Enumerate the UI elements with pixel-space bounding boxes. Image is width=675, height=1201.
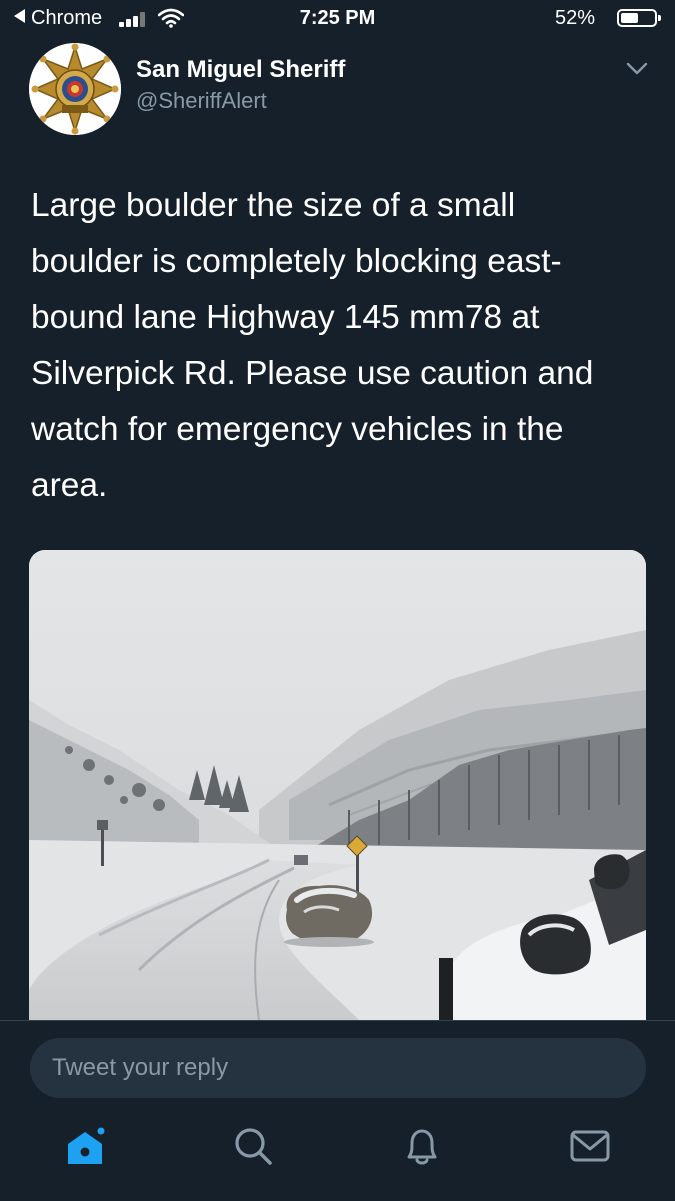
snowy-road-boulder-photo — [29, 550, 646, 1020]
search-icon[interactable] — [229, 1122, 277, 1170]
author-name[interactable]: San Miguel Sheriff — [136, 56, 345, 84]
status-bar: Chrome 7:25 PM 52% — [0, 0, 675, 38]
tweet-text-line: Large boulder the size of a small — [31, 187, 516, 224]
tweet-text: Large boulder the size of a small boulde… — [31, 178, 656, 514]
tweet-text-line: area. — [31, 467, 108, 504]
sheriff-badge-icon — [29, 43, 121, 135]
tweet-text-line: boulder is completely blocking east- — [31, 243, 562, 280]
battery-icon — [617, 9, 661, 27]
avatar[interactable] — [29, 43, 121, 135]
reply-input[interactable]: Tweet your reply — [30, 1038, 646, 1098]
bottom-nav — [0, 1122, 675, 1182]
tweet-text-line: Silverpick Rd. Please use caution and — [31, 355, 594, 392]
tweet-text-line: bound lane Highway 145 mm78 at — [31, 299, 540, 336]
tweet-text-line: watch for emergency vehicles in the — [31, 411, 564, 448]
tweet-photo[interactable] — [29, 550, 646, 1020]
mail-icon[interactable] — [566, 1122, 614, 1170]
chevron-down-icon[interactable] — [626, 62, 648, 76]
author-handle[interactable]: @SheriffAlert — [136, 88, 267, 114]
home-icon[interactable] — [61, 1122, 109, 1170]
bell-icon[interactable] — [398, 1122, 446, 1170]
battery-percent: 52% — [554, 7, 595, 29]
